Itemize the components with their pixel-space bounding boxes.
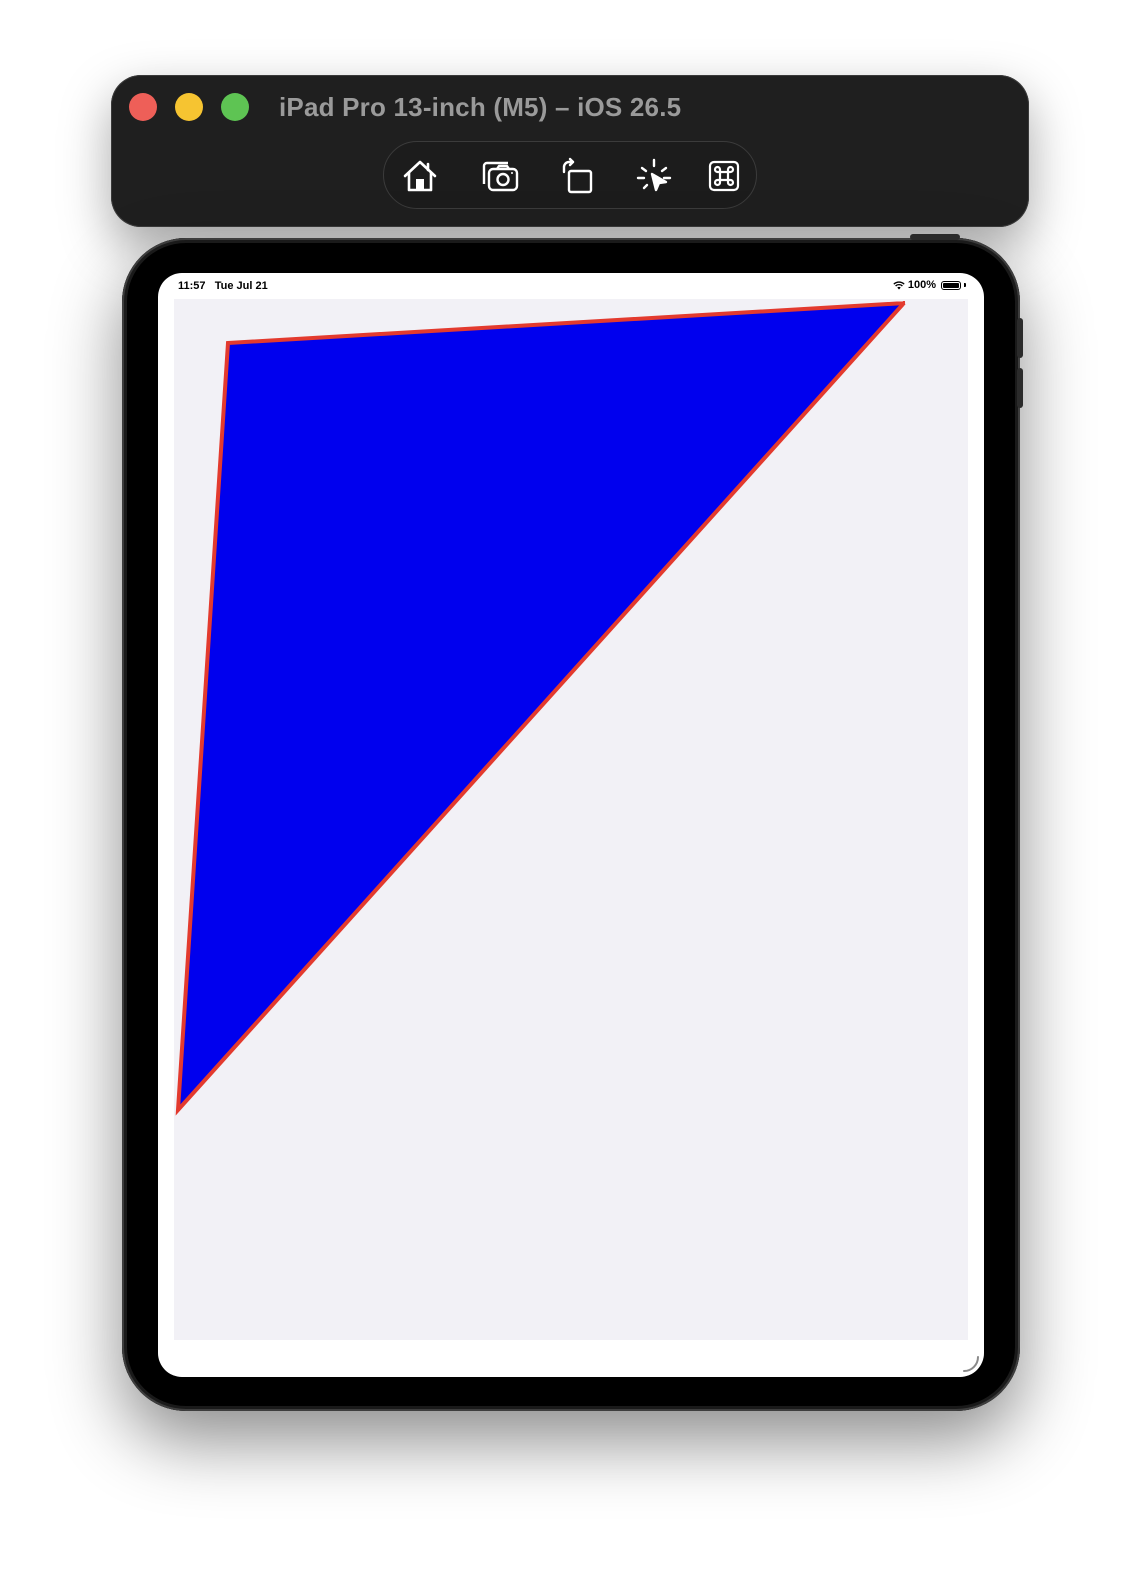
status-date: Tue Jul 21 — [214, 280, 268, 292]
keyboard-shortcuts-button[interactable] — [702, 154, 746, 198]
rotate-button[interactable] — [556, 154, 600, 198]
zoom-window-button[interactable] — [221, 93, 249, 121]
ipad-screen[interactable]: 11:57 Tue Jul 21 100% — [158, 273, 984, 1377]
volume-up-button[interactable] — [1017, 318, 1023, 358]
wifi-icon — [893, 280, 905, 289]
camera-icon — [482, 161, 519, 192]
volume-down-button[interactable] — [1017, 368, 1023, 408]
window-title: iPad Pro 13-inch (M5) – iOS 26.5 — [279, 92, 682, 122]
shape-layer — [175, 301, 906, 1116]
resize-handle-icon[interactable] — [960, 1353, 980, 1373]
screenshot-button[interactable] — [478, 154, 522, 198]
drawing-canvas[interactable] — [174, 299, 968, 1340]
house-icon — [403, 160, 437, 192]
close-window-button[interactable] — [129, 93, 157, 121]
top-button[interactable] — [910, 234, 960, 240]
quadrilateral-shape[interactable] — [175, 301, 906, 1116]
minimize-window-button[interactable] — [175, 93, 203, 121]
battery-level — [943, 282, 959, 288]
battery-icon — [941, 280, 961, 290]
rotate-icon — [562, 157, 593, 194]
status-time-date: 11:57 Tue Jul 21 — [178, 280, 268, 292]
status-indicators: 100% — [893, 279, 966, 291]
status-time: 11:57 — [178, 280, 206, 292]
simulator-stage: iPad Pro 13-inch (M5) – iOS 26.5 11:57 T… — [0, 0, 1144, 1572]
home-button[interactable] — [398, 154, 442, 198]
command-icon — [708, 160, 740, 192]
battery-nub — [964, 283, 966, 287]
tap-icon — [636, 158, 672, 192]
battery-percentage: 100% — [907, 279, 936, 291]
touch-button[interactable] — [632, 154, 676, 198]
